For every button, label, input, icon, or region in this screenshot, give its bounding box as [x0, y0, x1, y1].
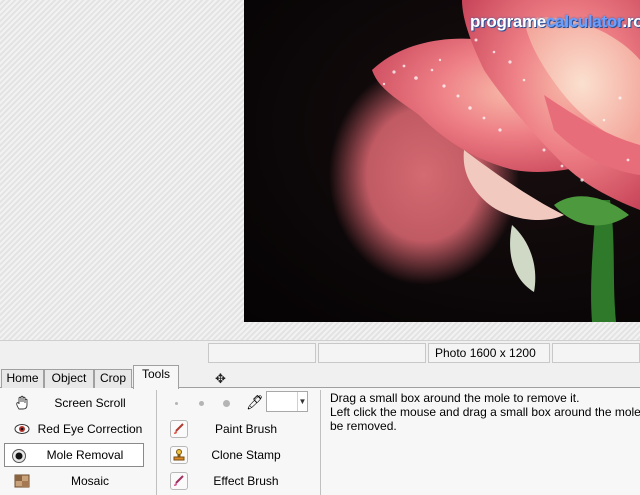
help-line-1: Drag a small box around the mole to remo… [330, 391, 580, 405]
mosaic-button[interactable]: Mosaic [4, 469, 150, 493]
brush-color-dropdown[interactable]: ▼ [266, 391, 308, 412]
ribbon-tabs: Home Object Crop Tools [0, 364, 640, 389]
mole-removal-button[interactable]: Mole Removal [4, 443, 144, 467]
panel-divider [320, 390, 321, 495]
help-line-2: Left click the mouse and drag a small bo… [330, 405, 640, 419]
effect-brush-button[interactable]: Effect Brush [160, 469, 310, 493]
eye-icon [14, 421, 30, 437]
paint-brush-icon [170, 420, 188, 438]
move-cursor-icon: ✥ [215, 371, 226, 386]
red-eye-correction-label: Red Eye Correction [37, 422, 143, 436]
help-line-3: be removed. [330, 419, 397, 433]
chevron-down-icon: ▼ [297, 392, 307, 411]
tool-help-text: Drag a small box around the mole to remo… [330, 391, 640, 433]
status-image-size: Photo 1600 x 1200 [428, 343, 550, 363]
image-canvas[interactable]: programecalculator.ro [0, 0, 640, 340]
status-cell-4 [552, 343, 640, 363]
effect-brush-label: Effect Brush [213, 474, 279, 488]
tab-object[interactable]: Object [44, 369, 94, 388]
tab-tools[interactable]: Tools [133, 365, 179, 389]
clone-stamp-icon [170, 446, 188, 464]
mosaic-icon [14, 473, 30, 489]
red-eye-correction-button[interactable]: Red Eye Correction [4, 417, 150, 441]
brush-size-medium[interactable] [199, 401, 204, 406]
clone-stamp-button[interactable]: Clone Stamp [160, 443, 310, 467]
mole-removal-label: Mole Removal [46, 448, 124, 462]
watermark-logo: programecalculator.ro [470, 12, 640, 31]
clone-stamp-label: Clone Stamp [211, 448, 281, 462]
status-cell-1 [208, 343, 316, 363]
brush-size-small[interactable] [175, 402, 178, 405]
tab-home[interactable]: Home [1, 369, 44, 388]
color-picker-icon[interactable]: 🖊 [246, 394, 264, 411]
status-cell-2 [318, 343, 426, 363]
panel-divider [156, 390, 157, 495]
hand-icon [14, 395, 30, 411]
brush-size-large[interactable] [223, 400, 230, 407]
tab-crop[interactable]: Crop [94, 369, 132, 388]
screen-scroll-label: Screen Scroll [54, 396, 126, 410]
mosaic-label: Mosaic [70, 474, 109, 488]
mole-icon [11, 448, 27, 464]
status-bar: Photo 1600 x 1200 [0, 340, 640, 364]
paint-brush-button[interactable]: Paint Brush [160, 417, 310, 441]
paint-brush-label: Paint Brush [214, 422, 278, 436]
screen-scroll-button[interactable]: Screen Scroll [4, 391, 150, 415]
effect-brush-icon [170, 472, 188, 490]
photo-rose[interactable]: programecalculator.ro [244, 0, 640, 322]
